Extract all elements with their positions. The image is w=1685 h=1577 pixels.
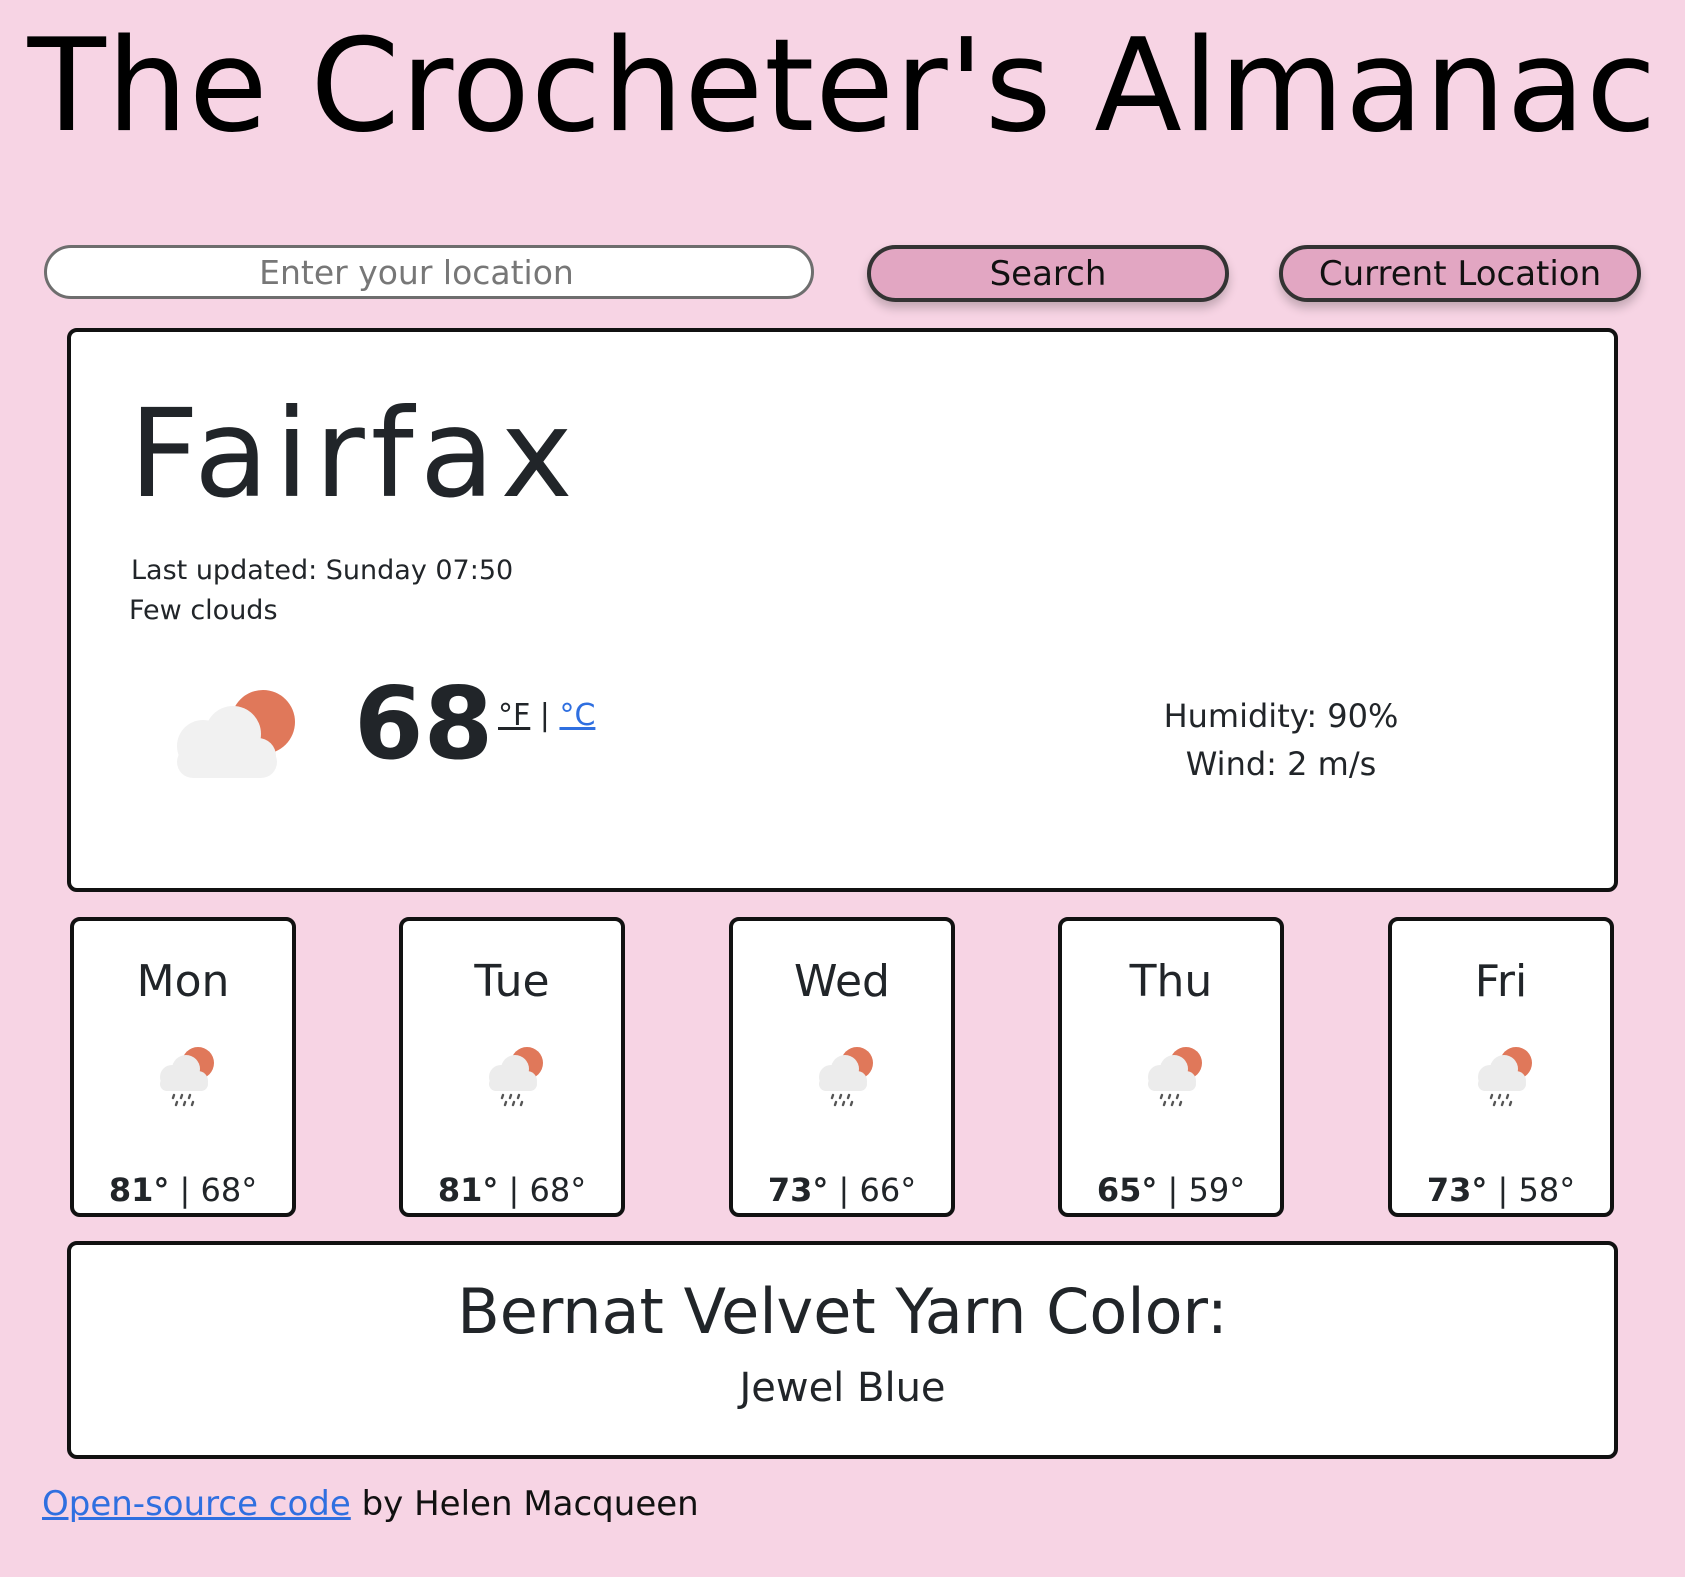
current-weather-card: Fairfax Last updated: Sunday 07:50 Few c…	[67, 328, 1618, 892]
forecast-separator: |	[1157, 1171, 1189, 1209]
forecast-day: Thu	[1129, 956, 1213, 1007]
last-updated: Last updated: Sunday 07:50	[131, 555, 514, 586]
weather-description: Few clouds	[129, 595, 278, 626]
weather-details: Humidity: 90% Wind: 2 m/s	[1101, 692, 1461, 788]
yarn-color-name: Jewel Blue	[739, 1365, 946, 1411]
forecast-min: 68°	[200, 1171, 258, 1209]
search-input[interactable]	[44, 245, 814, 299]
source-code-link[interactable]: Open-source code	[42, 1484, 351, 1524]
forecast-day: Mon	[136, 956, 230, 1007]
forecast-max: 81°	[108, 1171, 170, 1209]
current-location-button[interactable]: Current Location	[1279, 245, 1641, 302]
footer-author: by Helen Macqueen	[350, 1484, 699, 1524]
fahrenheit-link[interactable]: °F	[498, 698, 530, 733]
cloud-sun-rain-icon	[817, 1045, 875, 1107]
forecast-separator: |	[498, 1171, 530, 1209]
city-name: Fairfax	[129, 383, 579, 525]
cloud-sun-rain-icon	[1476, 1045, 1534, 1107]
celsius-link[interactable]: °C	[559, 698, 595, 733]
forecast-separator: |	[828, 1171, 860, 1209]
forecast-card-fri: Fri 73° | 58°	[1388, 917, 1614, 1217]
forecast-temps: 65° | 59°	[1062, 1171, 1280, 1209]
forecast-separator: |	[1487, 1171, 1519, 1209]
cloud-sun-rain-icon	[487, 1045, 545, 1107]
forecast-temps: 81° | 68°	[403, 1171, 621, 1209]
footer: Open-source code by Helen Macqueen	[42, 1482, 699, 1526]
forecast-separator: |	[169, 1171, 201, 1209]
app-title: The Crocheter's Almanac	[27, 12, 1658, 161]
cloud-sun-rain-icon	[1146, 1045, 1204, 1107]
forecast-max: 73°	[1426, 1171, 1488, 1209]
search-button[interactable]: Search	[867, 245, 1229, 302]
current-temperature: 68	[354, 665, 494, 782]
forecast-card-tue: Tue 81° | 68°	[399, 917, 625, 1217]
forecast-max: 81°	[437, 1171, 499, 1209]
forecast-card-thu: Thu 65° | 59°	[1058, 917, 1284, 1217]
unit-separator: |	[530, 698, 560, 733]
forecast-min: 59°	[1188, 1171, 1246, 1209]
wind-speed: Wind: 2 m/s	[1185, 745, 1377, 783]
unit-toggle: °F | °C	[498, 698, 595, 734]
yarn-color-card: Bernat Velvet Yarn Color: Jewel Blue	[67, 1241, 1618, 1459]
forecast-temps: 73° | 58°	[1392, 1171, 1610, 1209]
forecast-min: 58°	[1518, 1171, 1576, 1209]
forecast-temps: 81° | 68°	[74, 1171, 292, 1209]
forecast-min: 66°	[859, 1171, 917, 1209]
yarn-title: Bernat Velvet Yarn Color:	[457, 1275, 1228, 1348]
forecast-temps: 73° | 66°	[733, 1171, 951, 1209]
forecast-day: Fri	[1474, 956, 1528, 1007]
forecast-card-wed: Wed 73° | 66°	[729, 917, 955, 1217]
forecast-day: Wed	[794, 956, 890, 1007]
forecast-day: Tue	[474, 956, 550, 1007]
humidity: Humidity: 90%	[1163, 697, 1399, 735]
cloud-sun-icon	[177, 690, 295, 778]
forecast-max: 73°	[767, 1171, 829, 1209]
cloud-sun-rain-icon	[158, 1045, 216, 1107]
forecast-min: 68°	[529, 1171, 587, 1209]
forecast-max: 65°	[1096, 1171, 1158, 1209]
forecast-card-mon: Mon 81° | 68°	[70, 917, 296, 1217]
